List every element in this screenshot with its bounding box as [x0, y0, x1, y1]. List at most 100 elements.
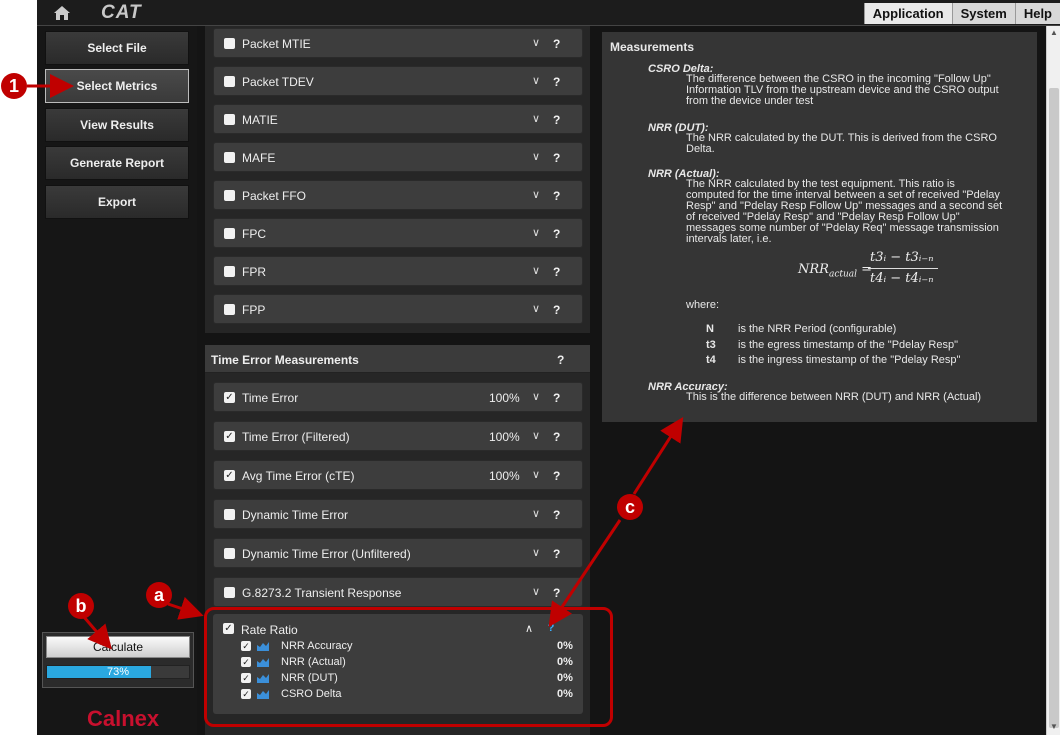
- metric-label: Dynamic Time Error: [242, 508, 349, 522]
- where-symbol: t4: [706, 354, 716, 366]
- metric-matie[interactable]: MATIE ∨ ?: [213, 104, 583, 134]
- scroll-thumb[interactable]: [1049, 88, 1059, 728]
- chevron-down-icon[interactable]: ∨: [532, 429, 540, 442]
- tab-system[interactable]: System: [951, 3, 1015, 24]
- metric-label: Dynamic Time Error (Unfiltered): [242, 547, 411, 561]
- chevron-down-icon[interactable]: ∨: [532, 74, 540, 87]
- where-text: is the ingress timestamp of the "Pdelay …: [738, 354, 961, 366]
- metric-time-error[interactable]: ✓ Time Error 100% ∨ ?: [213, 382, 583, 412]
- calculate-panel: Calculate 73%: [42, 632, 194, 688]
- metric-packet-tdev[interactable]: Packet TDEV ∨ ?: [213, 66, 583, 96]
- home-icon[interactable]: [53, 5, 71, 21]
- definition-csro-delta: The difference between the CSRO in the i…: [686, 73, 999, 107]
- help-icon[interactable]: ?: [553, 265, 560, 279]
- chevron-down-icon[interactable]: ∨: [532, 546, 540, 559]
- help-icon[interactable]: ?: [553, 508, 560, 522]
- help-icon[interactable]: ?: [553, 189, 560, 203]
- metric-transient-response[interactable]: G.8273.2 Transient Response ∨ ?: [213, 577, 583, 607]
- metric-percent: 100%: [489, 469, 520, 483]
- annotation-badge-a: a: [146, 582, 172, 608]
- help-icon[interactable]: ?: [553, 75, 560, 89]
- chevron-down-icon[interactable]: ∨: [532, 112, 540, 125]
- help-icon[interactable]: ?: [553, 547, 560, 561]
- checkbox[interactable]: [224, 190, 235, 201]
- metric-percent: 100%: [489, 430, 520, 444]
- checkbox-checked[interactable]: ✓: [224, 392, 235, 403]
- definition-nrr-dut: The NRR calculated by the DUT. This is d…: [686, 132, 997, 155]
- chevron-down-icon[interactable]: ∨: [532, 36, 540, 49]
- checkbox[interactable]: [224, 152, 235, 163]
- checkbox[interactable]: [224, 548, 235, 559]
- metric-time-error-filtered[interactable]: ✓ Time Error (Filtered) 100% ∨ ?: [213, 421, 583, 451]
- metric-label: MAFE: [242, 151, 276, 165]
- top-bar: CAT Application System Help: [37, 0, 1060, 26]
- scrollbar[interactable]: ▲ ▼: [1046, 26, 1060, 735]
- help-icon[interactable]: ?: [553, 227, 560, 241]
- formula-numerator: t3ᵢ − t3ᵢ₋ₙ: [870, 250, 934, 265]
- chevron-down-icon[interactable]: ∨: [532, 390, 540, 403]
- formula-lhs-main: NRR: [798, 262, 829, 277]
- help-icon[interactable]: ?: [553, 469, 560, 483]
- metric-fpr[interactable]: FPR ∨ ?: [213, 256, 583, 286]
- checkbox[interactable]: [224, 114, 235, 125]
- metric-label: Packet TDEV: [242, 75, 314, 89]
- checkbox[interactable]: [224, 304, 235, 315]
- checkbox[interactable]: [224, 228, 235, 239]
- metric-label: Avg Time Error (cTE): [242, 469, 355, 483]
- help-icon[interactable]: ?: [553, 430, 560, 444]
- time-error-section-header[interactable]: Time Error Measurements ?: [205, 345, 590, 373]
- chevron-down-icon[interactable]: ∨: [532, 507, 540, 520]
- metric-percent: 100%: [489, 391, 520, 405]
- checkbox[interactable]: [224, 76, 235, 87]
- metric-fpc[interactable]: FPC ∨ ?: [213, 218, 583, 248]
- help-icon[interactable]: ?: [553, 37, 560, 51]
- metric-packet-ffo[interactable]: Packet FFO ∨ ?: [213, 180, 583, 210]
- where-symbol: t3: [706, 339, 716, 351]
- chevron-down-icon[interactable]: ∨: [532, 226, 540, 239]
- section-divider: [200, 333, 590, 345]
- select-metrics-button[interactable]: Select Metrics: [45, 69, 189, 103]
- formula-lhs-sub: actual: [828, 269, 858, 280]
- help-icon[interactable]: ?: [557, 353, 564, 367]
- checkbox[interactable]: [224, 509, 235, 520]
- checkbox-checked[interactable]: ✓: [224, 431, 235, 442]
- help-icon[interactable]: ?: [553, 391, 560, 405]
- help-icon[interactable]: ?: [553, 151, 560, 165]
- tab-help[interactable]: Help: [1014, 3, 1060, 24]
- metric-dynamic-time-error-unfiltered[interactable]: Dynamic Time Error (Unfiltered) ∨ ?: [213, 538, 583, 568]
- help-icon[interactable]: ?: [553, 113, 560, 127]
- metric-fpp[interactable]: FPP ∨ ?: [213, 294, 583, 324]
- select-file-button[interactable]: Select File: [45, 31, 189, 65]
- calnex-logo: Calnex: [87, 706, 160, 731]
- help-icon[interactable]: ?: [553, 586, 560, 600]
- checkbox-checked[interactable]: ✓: [224, 470, 235, 481]
- export-button[interactable]: Export: [45, 185, 189, 219]
- section-title: Time Error Measurements: [211, 353, 359, 367]
- tab-application[interactable]: Application: [863, 3, 952, 24]
- metric-mafe[interactable]: MAFE ∨ ?: [213, 142, 583, 172]
- view-results-button[interactable]: View Results: [45, 108, 189, 142]
- metric-avg-time-error[interactable]: ✓ Avg Time Error (cTE) 100% ∨ ?: [213, 460, 583, 490]
- metric-dynamic-time-error[interactable]: Dynamic Time Error ∨ ?: [213, 499, 583, 529]
- chevron-down-icon[interactable]: ∨: [532, 264, 540, 277]
- checkbox[interactable]: [224, 587, 235, 598]
- scroll-down-arrow-icon[interactable]: ▼: [1050, 722, 1058, 731]
- definition-nrr-actual: The NRR calculated by the test equipment…: [686, 178, 1003, 245]
- help-icon[interactable]: ?: [553, 303, 560, 317]
- checkbox[interactable]: [224, 266, 235, 277]
- checkbox[interactable]: [224, 38, 235, 49]
- annotation-badge-1: 1: [1, 73, 27, 99]
- chevron-down-icon[interactable]: ∨: [532, 302, 540, 315]
- chevron-down-icon[interactable]: ∨: [532, 585, 540, 598]
- chevron-down-icon[interactable]: ∨: [532, 468, 540, 481]
- fraction-bar: [868, 268, 938, 269]
- chevron-down-icon[interactable]: ∨: [532, 188, 540, 201]
- generate-report-button[interactable]: Generate Report: [45, 146, 189, 180]
- description-title: Measurements: [610, 40, 695, 54]
- chevron-down-icon[interactable]: ∨: [532, 150, 540, 163]
- scroll-up-arrow-icon[interactable]: ▲: [1050, 28, 1058, 37]
- metric-label: MATIE: [242, 113, 278, 127]
- where-symbol: N: [706, 323, 714, 335]
- calculate-button[interactable]: Calculate: [46, 636, 190, 658]
- metric-packet-mtie[interactable]: Packet MTIE ∨ ?: [213, 28, 583, 58]
